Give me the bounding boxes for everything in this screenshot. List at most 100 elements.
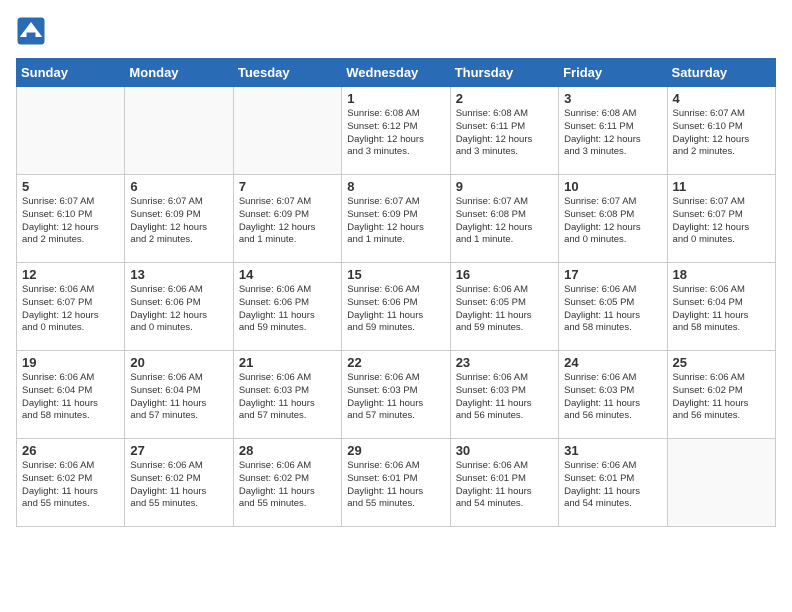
day-number: 26 [22, 443, 119, 458]
day-info: Sunrise: 6:07 AM Sunset: 6:08 PM Dayligh… [564, 196, 661, 247]
calendar-cell: 21 Sunrise: 6:06 AM Sunset: 6:03 PM Dayli… [233, 351, 341, 439]
day-header-monday: Monday [125, 59, 233, 87]
calendar-cell: 5 Sunrise: 6:07 AM Sunset: 6:10 PM Daylig… [17, 175, 125, 263]
calendar-cell: 11 Sunrise: 6:07 AM Sunset: 6:07 PM Dayli… [667, 175, 775, 263]
day-header-friday: Friday [559, 59, 667, 87]
calendar-week-row: 19 Sunrise: 6:06 AM Sunset: 6:04 PM Dayli… [17, 351, 776, 439]
day-number: 1 [347, 91, 444, 106]
day-number: 4 [673, 91, 770, 106]
day-info: Sunrise: 6:07 AM Sunset: 6:09 PM Dayligh… [239, 196, 336, 247]
day-info: Sunrise: 6:06 AM Sunset: 6:02 PM Dayligh… [22, 460, 119, 511]
calendar-cell: 1 Sunrise: 6:08 AM Sunset: 6:12 PM Daylig… [342, 87, 450, 175]
day-info: Sunrise: 6:06 AM Sunset: 6:01 PM Dayligh… [347, 460, 444, 511]
calendar-cell: 14Sunrise: 6:06 AM Sunset: 6:06 PM Dayli… [233, 263, 341, 351]
calendar-cell: 20 Sunrise: 6:06 AM Sunset: 6:04 PM Dayli… [125, 351, 233, 439]
day-info: Sunrise: 6:08 AM Sunset: 6:11 PM Dayligh… [456, 108, 553, 159]
calendar-cell: 22 Sunrise: 6:06 AM Sunset: 6:03 PM Dayli… [342, 351, 450, 439]
day-number: 7 [239, 179, 336, 194]
calendar-cell: 23 Sunrise: 6:06 AM Sunset: 6:03 PM Dayli… [450, 351, 558, 439]
day-number: 12 [22, 267, 119, 282]
calendar-cell: 30 Sunrise: 6:06 AM Sunset: 6:01 PM Dayli… [450, 439, 558, 527]
calendar-cell [17, 87, 125, 175]
day-info: Sunrise: 6:06 AM Sunset: 6:02 PM Dayligh… [130, 460, 227, 511]
calendar-cell: 26 Sunrise: 6:06 AM Sunset: 6:02 PM Dayli… [17, 439, 125, 527]
calendar-cell: 2 Sunrise: 6:08 AM Sunset: 6:11 PM Daylig… [450, 87, 558, 175]
day-number: 27 [130, 443, 227, 458]
calendar-cell: 12 Sunrise: 6:06 AM Sunset: 6:07 PM Dayli… [17, 263, 125, 351]
calendar-week-row: 5 Sunrise: 6:07 AM Sunset: 6:10 PM Daylig… [17, 175, 776, 263]
day-info: Sunrise: 6:06 AM Sunset: 6:04 PM Dayligh… [673, 284, 770, 335]
day-number: 2 [456, 91, 553, 106]
day-number: 19 [22, 355, 119, 370]
day-number: 10 [564, 179, 661, 194]
day-number: 21 [239, 355, 336, 370]
calendar-week-row: 12 Sunrise: 6:06 AM Sunset: 6:07 PM Dayli… [17, 263, 776, 351]
day-header-tuesday: Tuesday [233, 59, 341, 87]
day-info: Sunrise: 6:06 AM Sunset: 6:03 PM Dayligh… [347, 372, 444, 423]
day-number: 6 [130, 179, 227, 194]
calendar-cell: 15 Sunrise: 6:06 AM Sunset: 6:06 PM Dayli… [342, 263, 450, 351]
day-info: Sunrise: 6:06 AM Sunset: 6:04 PM Dayligh… [130, 372, 227, 423]
day-info: Sunrise: 6:07 AM Sunset: 6:10 PM Dayligh… [22, 196, 119, 247]
day-info: Sunrise: 6:07 AM Sunset: 6:07 PM Dayligh… [673, 196, 770, 247]
day-info: Sunrise: 6:06 AM Sunset: 6:01 PM Dayligh… [564, 460, 661, 511]
day-number: 5 [22, 179, 119, 194]
day-info: Sunrise: 6:06 AM Sunset: 6:05 PM Dayligh… [564, 284, 661, 335]
day-info: Sunrise: 6:07 AM Sunset: 6:08 PM Dayligh… [456, 196, 553, 247]
day-header-sunday: Sunday [17, 59, 125, 87]
day-number: 24 [564, 355, 661, 370]
day-info: Sunrise: 6:06 AM Sunset: 6:04 PM Dayligh… [22, 372, 119, 423]
day-info: Sunrise: 6:06 AM Sunset: 6:07 PM Dayligh… [22, 284, 119, 335]
day-header-saturday: Saturday [667, 59, 775, 87]
day-info: Sunrise: 6:06 AM Sunset: 6:03 PM Dayligh… [564, 372, 661, 423]
day-number: 8 [347, 179, 444, 194]
calendar-cell: 29 Sunrise: 6:06 AM Sunset: 6:01 PM Dayli… [342, 439, 450, 527]
day-header-wednesday: Wednesday [342, 59, 450, 87]
calendar-week-row: 26 Sunrise: 6:06 AM Sunset: 6:02 PM Dayli… [17, 439, 776, 527]
calendar-header-row: SundayMondayTuesdayWednesdayThursdayFrid… [17, 59, 776, 87]
day-number: 25 [673, 355, 770, 370]
day-info: Sunrise: 6:06 AM Sunset: 6:02 PM Dayligh… [239, 460, 336, 511]
day-number: 13 [130, 267, 227, 282]
calendar-cell: 25 Sunrise: 6:06 AM Sunset: 6:02 PM Dayli… [667, 351, 775, 439]
day-number: 16 [456, 267, 553, 282]
day-number: 23 [456, 355, 553, 370]
day-number: 14 [239, 267, 336, 282]
day-info: Sunrise: 6:07 AM Sunset: 6:09 PM Dayligh… [130, 196, 227, 247]
calendar-cell: 27 Sunrise: 6:06 AM Sunset: 6:02 PM Dayli… [125, 439, 233, 527]
day-info: Sunrise: 6:06 AM Sunset: 6:02 PM Dayligh… [673, 372, 770, 423]
day-info: Sunrise: 6:08 AM Sunset: 6:12 PM Dayligh… [347, 108, 444, 159]
day-info: Sunrise: 6:06 AM Sunset: 6:01 PM Dayligh… [456, 460, 553, 511]
calendar-cell [125, 87, 233, 175]
day-number: 30 [456, 443, 553, 458]
calendar-cell: 16 Sunrise: 6:06 AM Sunset: 6:05 PM Dayli… [450, 263, 558, 351]
day-info: Sunrise: 6:06 AM Sunset: 6:03 PM Dayligh… [456, 372, 553, 423]
calendar-cell: 9 Sunrise: 6:07 AM Sunset: 6:08 PM Daylig… [450, 175, 558, 263]
day-info: Sunrise: 6:07 AM Sunset: 6:09 PM Dayligh… [347, 196, 444, 247]
day-number: 9 [456, 179, 553, 194]
day-info: Sunrise: 6:06 AM Sunset: 6:03 PM Dayligh… [239, 372, 336, 423]
day-number: 20 [130, 355, 227, 370]
day-info: Sunrise: 6:07 AM Sunset: 6:10 PM Dayligh… [673, 108, 770, 159]
day-number: 22 [347, 355, 444, 370]
calendar-cell: 10 Sunrise: 6:07 AM Sunset: 6:08 PM Dayli… [559, 175, 667, 263]
calendar-table: SundayMondayTuesdayWednesdayThursdayFrid… [16, 58, 776, 527]
calendar-cell: 6 Sunrise: 6:07 AM Sunset: 6:09 PM Daylig… [125, 175, 233, 263]
calendar-cell: 24 Sunrise: 6:06 AM Sunset: 6:03 PM Dayli… [559, 351, 667, 439]
day-number: 17 [564, 267, 661, 282]
logo-icon [16, 16, 46, 46]
day-info: Sunrise: 6:06 AM Sunset: 6:06 PM Dayligh… [347, 284, 444, 335]
calendar-cell: 8 Sunrise: 6:07 AM Sunset: 6:09 PM Daylig… [342, 175, 450, 263]
calendar-cell: 3Sunrise: 6:08 AM Sunset: 6:11 PM Daylig… [559, 87, 667, 175]
day-info: Sunrise: 6:06 AM Sunset: 6:06 PM Dayligh… [130, 284, 227, 335]
day-info: Sunrise: 6:06 AM Sunset: 6:05 PM Dayligh… [456, 284, 553, 335]
calendar-cell: 17 Sunrise: 6:06 AM Sunset: 6:05 PM Dayli… [559, 263, 667, 351]
calendar-cell: 19 Sunrise: 6:06 AM Sunset: 6:04 PM Dayli… [17, 351, 125, 439]
day-number: 15 [347, 267, 444, 282]
calendar-cell [233, 87, 341, 175]
day-number: 11 [673, 179, 770, 194]
day-number: 29 [347, 443, 444, 458]
page-header [16, 16, 776, 46]
logo [16, 16, 50, 46]
calendar-week-row: 1 Sunrise: 6:08 AM Sunset: 6:12 PM Daylig… [17, 87, 776, 175]
